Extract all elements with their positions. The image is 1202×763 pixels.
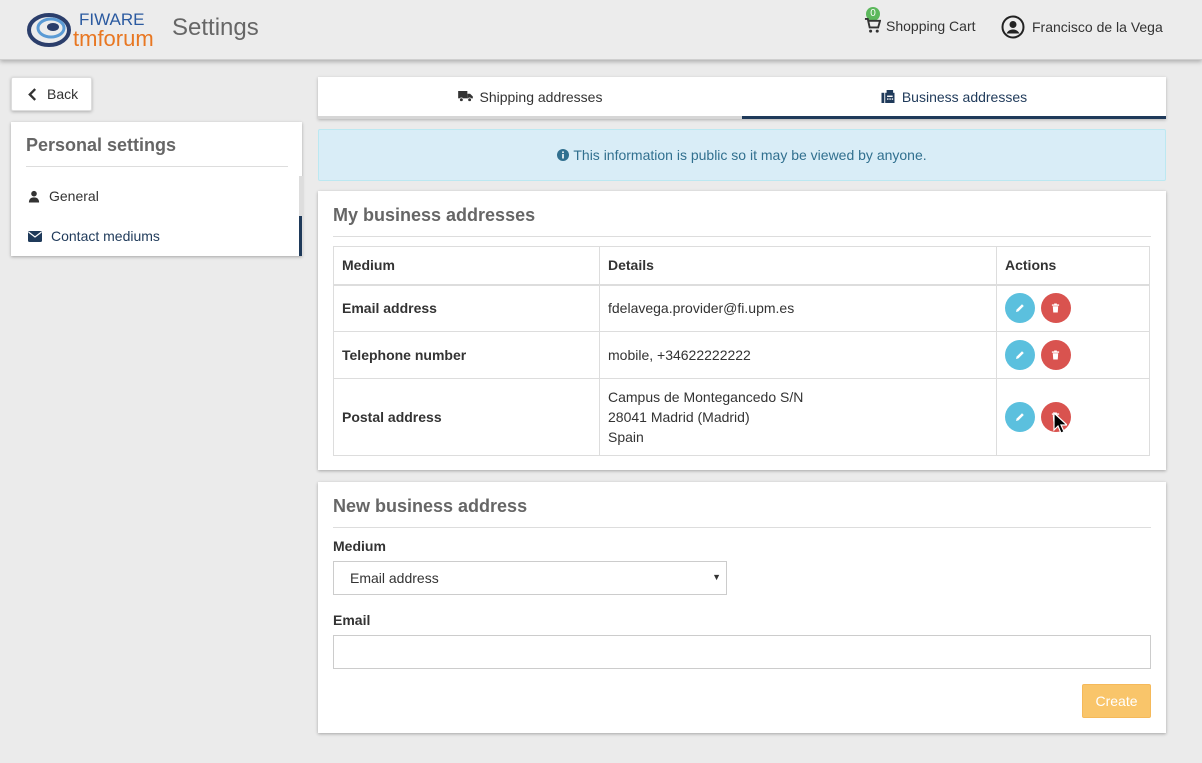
edit-button[interactable] [1005, 293, 1035, 324]
table-row: Email address fdelavega.provider@fi.upm.… [333, 284, 1150, 332]
medium-select[interactable]: Email address ▼ [333, 561, 727, 595]
business-addresses-title: My business addresses [333, 205, 1151, 237]
truck-icon [457, 91, 473, 102]
column-header-details: Details [599, 246, 997, 286]
personal-settings-panel: Personal settings General Contact medium… [11, 122, 303, 256]
caret-down-icon: ▼ [712, 572, 721, 582]
tab-shipping-addresses[interactable]: Shipping addresses [318, 77, 742, 119]
actions-cell [996, 331, 1150, 379]
tab-label: Shipping addresses [479, 88, 603, 105]
medium-select-value: Email address [350, 570, 439, 586]
pencil-icon [1016, 413, 1024, 421]
shopping-cart-icon [864, 17, 881, 33]
email-field[interactable] [333, 635, 1151, 669]
sidebar-item-contact-mediums[interactable]: Contact mediums [11, 216, 302, 256]
alert-text: This information is public so it may be … [573, 147, 927, 163]
edit-button[interactable] [1005, 340, 1035, 370]
medium-label: Medium [333, 538, 386, 554]
info-circle-icon [557, 149, 570, 161]
sidebar-item-general[interactable]: General [11, 176, 302, 216]
create-button[interactable]: Create [1082, 684, 1151, 718]
chevron-left-icon [28, 87, 37, 101]
actions-cell [996, 284, 1150, 332]
details-cell: Campus de Montegancedo S/N 28041 Madrid … [599, 378, 997, 456]
business-addresses-panel: My business addresses Medium Details Act… [318, 191, 1166, 470]
user-circle-icon [1001, 15, 1025, 39]
page-title: Settings [172, 14, 259, 41]
trash-icon [1052, 303, 1060, 313]
back-button[interactable]: Back [11, 77, 92, 111]
business-addresses-table: Medium Details Actions Email address fde… [333, 246, 1150, 456]
user-icon [28, 190, 40, 203]
table-row: Postal address Campus de Montegancedo S/… [333, 378, 1150, 456]
medium-cell: Email address [333, 284, 600, 332]
address-line: 28041 Madrid (Madrid) [608, 409, 750, 425]
new-business-address-panel: New business address Medium Email addres… [318, 482, 1166, 733]
tab-business-addresses[interactable]: Business addresses [742, 77, 1166, 119]
sidebar-item-label: General [49, 188, 99, 204]
address-line: Spain [608, 429, 644, 445]
shopping-cart-link[interactable]: Shopping Cart [864, 17, 976, 34]
medium-cell: Postal address [333, 378, 600, 456]
table-row: Telephone number mobile, +34622222222 [333, 331, 1150, 379]
medium-cell: Telephone number [333, 331, 600, 379]
edit-button[interactable] [1005, 402, 1035, 432]
delete-button[interactable] [1040, 340, 1071, 370]
tab-label: Business addresses [901, 88, 1028, 105]
personal-settings-title: Personal settings [26, 135, 288, 167]
sidebar-item-label: Contact mediums [51, 228, 160, 244]
details-cell: fdelavega.provider@fi.upm.es [599, 284, 997, 332]
address-line: Campus de Montegancedo S/N [608, 389, 804, 405]
new-business-address-title: New business address [333, 496, 1151, 528]
pencil-icon [1016, 351, 1024, 359]
logo-text-bottom: tmforum [73, 26, 154, 50]
actions-cell [996, 378, 1150, 456]
fiware-tmforum-logo[interactable]: FIWARE tmforum [27, 8, 163, 50]
email-label: Email [333, 612, 371, 628]
pencil-icon [1016, 304, 1024, 313]
shopping-cart-label: Shopping Cart [886, 17, 976, 34]
back-label: Back [47, 86, 79, 102]
delete-button[interactable] [1040, 293, 1071, 324]
user-name: Francisco de la Vega [1032, 19, 1163, 35]
mouse-pointer-icon [1053, 412, 1067, 434]
details-cell: mobile, +34622222222 [599, 331, 997, 379]
fax-icon [881, 90, 895, 103]
column-header-medium: Medium [333, 246, 600, 286]
top-navbar: FIWARE tmforum Settings 0 Shopping Cart … [0, 0, 1202, 60]
address-tabs: Shipping addresses Business addresses [318, 77, 1166, 119]
column-header-actions: Actions [996, 246, 1150, 286]
envelope-icon [28, 230, 42, 242]
trash-icon [1052, 350, 1060, 360]
active-item-indicator [299, 216, 302, 256]
user-menu[interactable]: Francisco de la Vega [1001, 15, 1163, 39]
public-info-alert: This information is public so it may be … [318, 129, 1166, 181]
